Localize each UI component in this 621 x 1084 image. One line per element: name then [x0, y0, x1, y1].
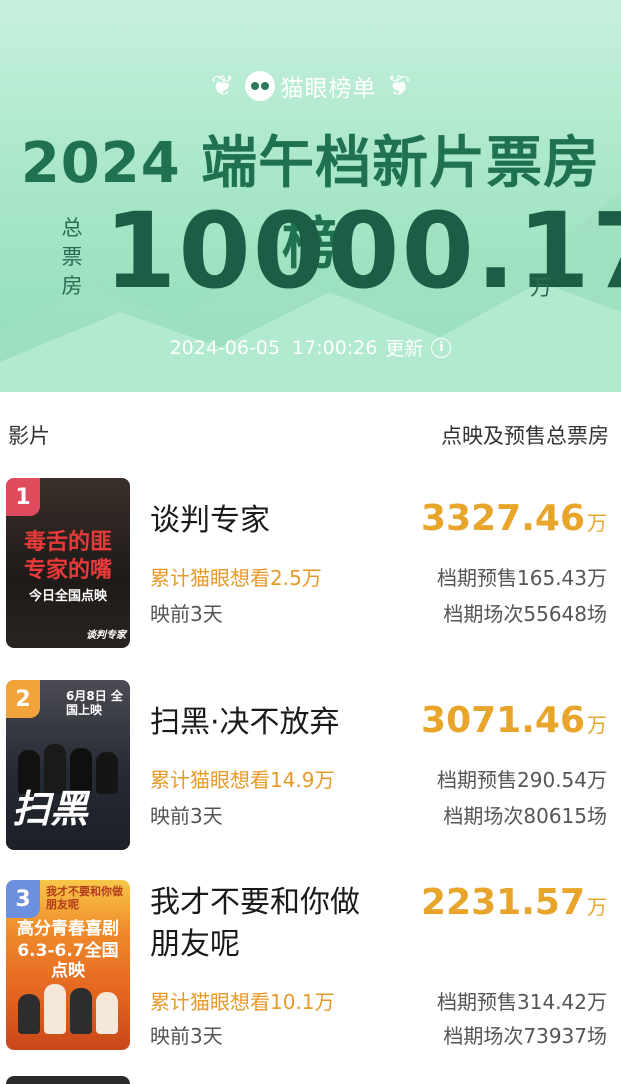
total-unit: 万: [530, 276, 553, 301]
badge-pill: 猫眼榜单: [244, 69, 377, 103]
column-header-box-office: 点映及预售总票房: [441, 424, 609, 448]
poster-text: 扫黑: [12, 787, 89, 831]
movie-poster[interactable]: 1 毒舌的匪 专家的嘴 今日全国点映 谈判专家: [6, 478, 130, 648]
total-label-char: 总: [61, 216, 83, 240]
box-office-number: 3071.46: [421, 700, 585, 741]
movie-title[interactable]: 谈判专家: [150, 500, 270, 542]
info-icon[interactable]: i: [431, 337, 452, 358]
next-movie-poster[interactable]: [6, 1076, 130, 1084]
box-office-number: 2231.57: [421, 882, 585, 923]
show-count: 档期场次55648场: [443, 602, 607, 626]
laurel-right-icon: ❦: [386, 69, 410, 102]
days-before-release: 映前3天: [150, 804, 223, 828]
badge-label: 猫眼榜单: [280, 76, 377, 102]
list-header: 影片 点映及预售总票房: [0, 392, 621, 474]
maoyan-badge: ❦ 猫眼榜单 ❦: [0, 64, 621, 108]
total-box-office: 总 票 房 10000.17 万: [60, 194, 621, 309]
laurel-left-icon: ❦: [211, 69, 235, 102]
movie-title-line: 朋友呢: [150, 927, 240, 962]
rank-badge: 1: [6, 478, 40, 516]
total-label-char: 票: [61, 245, 83, 269]
box-office-number: 3327.46: [421, 498, 585, 539]
movie-row[interactable]: 1 毒舌的匪 专家的嘴 今日全国点映 谈判专家 谈判专家 累计猫眼想看2.5万 …: [0, 478, 621, 653]
column-header-film: 影片: [8, 424, 50, 448]
movie-title[interactable]: 扫黑·决不放弃: [150, 702, 340, 744]
poster-text: 6月8日 全国上映: [66, 689, 123, 717]
poster-text: 谈判专家: [86, 630, 126, 641]
movie-poster[interactable]: 3 我才不要和你做朋友呢 高分青春喜剧 6.3-6.7全国点映: [6, 880, 130, 1050]
presale-amount: 档期预售314.42万: [437, 990, 607, 1014]
movie-poster[interactable]: 2 6月8日 全国上映 扫黑: [6, 680, 130, 850]
rank-badge: 2: [6, 680, 40, 718]
box-office-unit: 万: [587, 511, 607, 535]
update-row[interactable]: 2024-06-05 17:00:26 更新 i: [0, 334, 621, 361]
maoyan-cat-icon: [244, 71, 275, 101]
presale-amount: 档期预售165.43万: [437, 566, 607, 590]
poster-text: 今日全国点映: [28, 589, 107, 604]
header-banner: ❦ 猫眼榜单 ❦ 2024 端午档新片票房榜 总 票 房 10000.17 万 …: [0, 0, 621, 392]
box-office-value: 2231.57 万: [421, 882, 607, 923]
update-time: 2024-06-05 17:00:26: [169, 336, 378, 359]
rank-badge: 3: [6, 880, 40, 918]
want-to-see-count: 累计猫眼想看2.5万: [150, 566, 322, 590]
poster-figures: [16, 980, 120, 1034]
days-before-release: 映前3天: [150, 1024, 223, 1048]
box-office-unit: 万: [587, 895, 607, 919]
movie-row[interactable]: 3 我才不要和你做朋友呢 高分青春喜剧 6.3-6.7全国点映 我才不要和你做 …: [0, 880, 621, 1055]
poster-text: 高分青春喜剧: [17, 919, 119, 939]
total-label: 总 票 房: [60, 214, 84, 301]
days-before-release: 映前3天: [150, 602, 223, 626]
update-label: 更新: [385, 338, 424, 360]
total-label-char: 房: [61, 274, 83, 298]
poster-text: 6.3-6.7全国点映: [17, 941, 119, 981]
box-office-value: 3071.46 万: [421, 700, 607, 741]
movie-title-line: 我才不要和你做: [150, 885, 360, 920]
want-to-see-count: 累计猫眼想看10.1万: [150, 990, 335, 1014]
movie-row[interactable]: 2 6月8日 全国上映 扫黑 扫黑·决不放弃 累计猫眼想看14.9万 映前3天 …: [0, 680, 621, 855]
show-count: 档期场次80615场: [443, 804, 607, 828]
poster-text: 我才不要和你做朋友呢: [46, 885, 123, 911]
presale-amount: 档期预售290.54万: [437, 768, 607, 792]
show-count: 档期场次73937场: [443, 1024, 607, 1048]
poster-text: 毒舌的匪: [23, 530, 112, 555]
box-office-value: 3327.46 万: [421, 498, 607, 539]
movie-title[interactable]: 我才不要和你做 朋友呢: [150, 882, 360, 966]
box-office-unit: 万: [587, 713, 607, 737]
poster-text: 专家的嘴: [23, 558, 112, 583]
want-to-see-count: 累计猫眼想看14.9万: [150, 768, 335, 792]
